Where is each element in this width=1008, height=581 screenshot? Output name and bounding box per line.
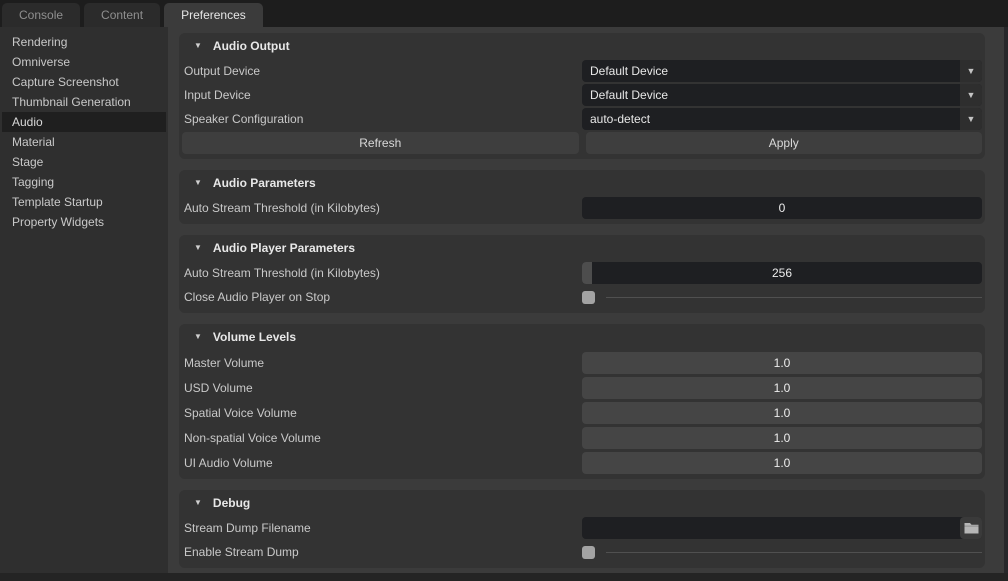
sidebar-item-thumbnail-generation[interactable]: Thumbnail Generation [2,92,166,112]
sidebar-item-stage[interactable]: Stage [2,152,166,172]
field-label: Close Audio Player on Stop [182,290,582,304]
section-audio-player-parameters: ▼ Audio Player Parameters Auto Stream Th… [179,235,985,313]
spatial-voice-volume-row: Spatial Voice Volume 1.0 [182,400,982,425]
output-device-dropdown[interactable]: Default Device ▼ [582,60,982,82]
field-label: Output Device [182,64,582,78]
tab-console[interactable]: Console [2,3,80,27]
audio-player-parameters-header[interactable]: ▼ Audio Player Parameters [182,235,982,261]
caret-down-icon: ▼ [194,243,202,252]
tab-content[interactable]: Content [84,3,160,27]
field-label: Speaker Configuration [182,112,582,126]
section-audio-parameters: ▼ Audio Parameters Auto Stream Threshold… [179,170,985,224]
input-device-dropdown[interactable]: Default Device ▼ [582,84,982,106]
preferences-window: Console Content Preferences Rendering Om… [0,0,1008,581]
caret-down-icon: ▼ [194,498,202,507]
preferences-content: ▼ Audio Output Output Device Default Dev… [168,27,1008,573]
section-title: Debug [213,496,250,510]
audio-output-header[interactable]: ▼ Audio Output [182,33,982,59]
field-label: Stream Dump Filename [182,521,582,535]
close-audio-player-checkbox[interactable] [582,291,595,304]
sidebar-item-rendering[interactable]: Rendering [2,32,166,52]
folder-icon [964,522,979,534]
section-volume-levels: ▼ Volume Levels Master Volume 1.0 USD Vo… [179,324,985,479]
field-label: Master Volume [182,356,582,370]
sidebar-item-capture-screenshot[interactable]: Capture Screenshot [2,72,166,92]
sidebar-item-material[interactable]: Material [2,132,166,152]
divider [606,552,982,553]
sidebar-item-tagging[interactable]: Tagging [2,172,166,192]
slider-handle[interactable] [582,262,592,284]
field-label: Auto Stream Threshold (in Kilobytes) [182,266,582,280]
apply-button[interactable]: Apply [586,132,983,154]
dropdown-value: auto-detect [582,112,650,126]
preferences-sidebar: Rendering Omniverse Capture Screenshot T… [0,27,168,573]
slider-value: 1.0 [774,381,791,395]
field-value: 256 [772,266,792,280]
field-label: USD Volume [182,381,582,395]
section-debug: ▼ Debug Stream Dump Filename [179,490,985,568]
auto-stream-threshold-row: Auto Stream Threshold (in Kilobytes) 0 [182,196,982,220]
enable-stream-dump-checkbox[interactable] [582,546,595,559]
close-audio-player-row: Close Audio Player on Stop [182,285,982,309]
caret-down-icon: ▼ [194,332,202,341]
sidebar-item-audio[interactable]: Audio [2,112,166,132]
audio-output-buttons-row: Refresh Apply [182,131,982,155]
field-label: Input Device [182,88,582,102]
dropdown-arrow-icon: ▼ [960,84,982,106]
auto-stream-threshold-field[interactable]: 0 [582,197,982,219]
field-label: Non-spatial Voice Volume [182,431,582,445]
field-label: Auto Stream Threshold (in Kilobytes) [182,201,582,215]
player-auto-stream-threshold-row: Auto Stream Threshold (in Kilobytes) 256 [182,261,982,285]
debug-header[interactable]: ▼ Debug [182,490,982,516]
slider-value: 1.0 [774,456,791,470]
speaker-configuration-row: Speaker Configuration auto-detect ▼ [182,107,982,131]
audio-parameters-header[interactable]: ▼ Audio Parameters [182,170,982,196]
spatial-voice-volume-slider[interactable]: 1.0 [582,402,982,424]
section-title: Audio Parameters [213,176,316,190]
usd-volume-slider[interactable]: 1.0 [582,377,982,399]
dropdown-value: Default Device [582,88,668,102]
speaker-configuration-dropdown[interactable]: auto-detect ▼ [582,108,982,130]
non-spatial-voice-volume-row: Non-spatial Voice Volume 1.0 [182,425,982,450]
stream-dump-filename-row: Stream Dump Filename [182,516,982,540]
section-title: Audio Output [213,39,290,53]
dropdown-value: Default Device [582,64,668,78]
usd-volume-row: USD Volume 1.0 [182,375,982,400]
sidebar-item-property-widgets[interactable]: Property Widgets [2,212,166,232]
bottom-strip [0,573,1008,581]
tab-bar: Console Content Preferences [0,0,1008,27]
field-value: 0 [779,201,786,215]
refresh-button[interactable]: Refresh [182,132,579,154]
output-device-row: Output Device Default Device ▼ [182,59,982,83]
non-spatial-voice-volume-slider[interactable]: 1.0 [582,427,982,449]
field-label: Spatial Voice Volume [182,406,582,420]
caret-down-icon: ▼ [194,178,202,187]
volume-levels-header[interactable]: ▼ Volume Levels [182,324,982,350]
caret-down-icon: ▼ [194,41,202,50]
window-right-edge [1004,27,1008,573]
section-title: Audio Player Parameters [213,241,355,255]
enable-stream-dump-row: Enable Stream Dump [182,540,982,564]
slider-value: 1.0 [774,356,791,370]
section-audio-output: ▼ Audio Output Output Device Default Dev… [179,33,985,159]
browse-button[interactable] [960,517,982,539]
input-device-row: Input Device Default Device ▼ [182,83,982,107]
sidebar-item-omniverse[interactable]: Omniverse [2,52,166,72]
dropdown-arrow-icon: ▼ [960,108,982,130]
player-auto-stream-threshold-field[interactable]: 256 [582,262,982,284]
divider [606,297,982,298]
field-label: UI Audio Volume [182,456,582,470]
ui-audio-volume-row: UI Audio Volume 1.0 [182,450,982,475]
field-label: Enable Stream Dump [182,545,582,559]
tab-preferences[interactable]: Preferences [164,3,263,27]
master-volume-slider[interactable]: 1.0 [582,352,982,374]
ui-audio-volume-slider[interactable]: 1.0 [582,452,982,474]
sidebar-item-template-startup[interactable]: Template Startup [2,192,166,212]
stream-dump-filename-field[interactable] [582,517,982,539]
master-volume-row: Master Volume 1.0 [182,350,982,375]
section-title: Volume Levels [213,330,296,344]
dropdown-arrow-icon: ▼ [960,60,982,82]
slider-value: 1.0 [774,431,791,445]
slider-value: 1.0 [774,406,791,420]
